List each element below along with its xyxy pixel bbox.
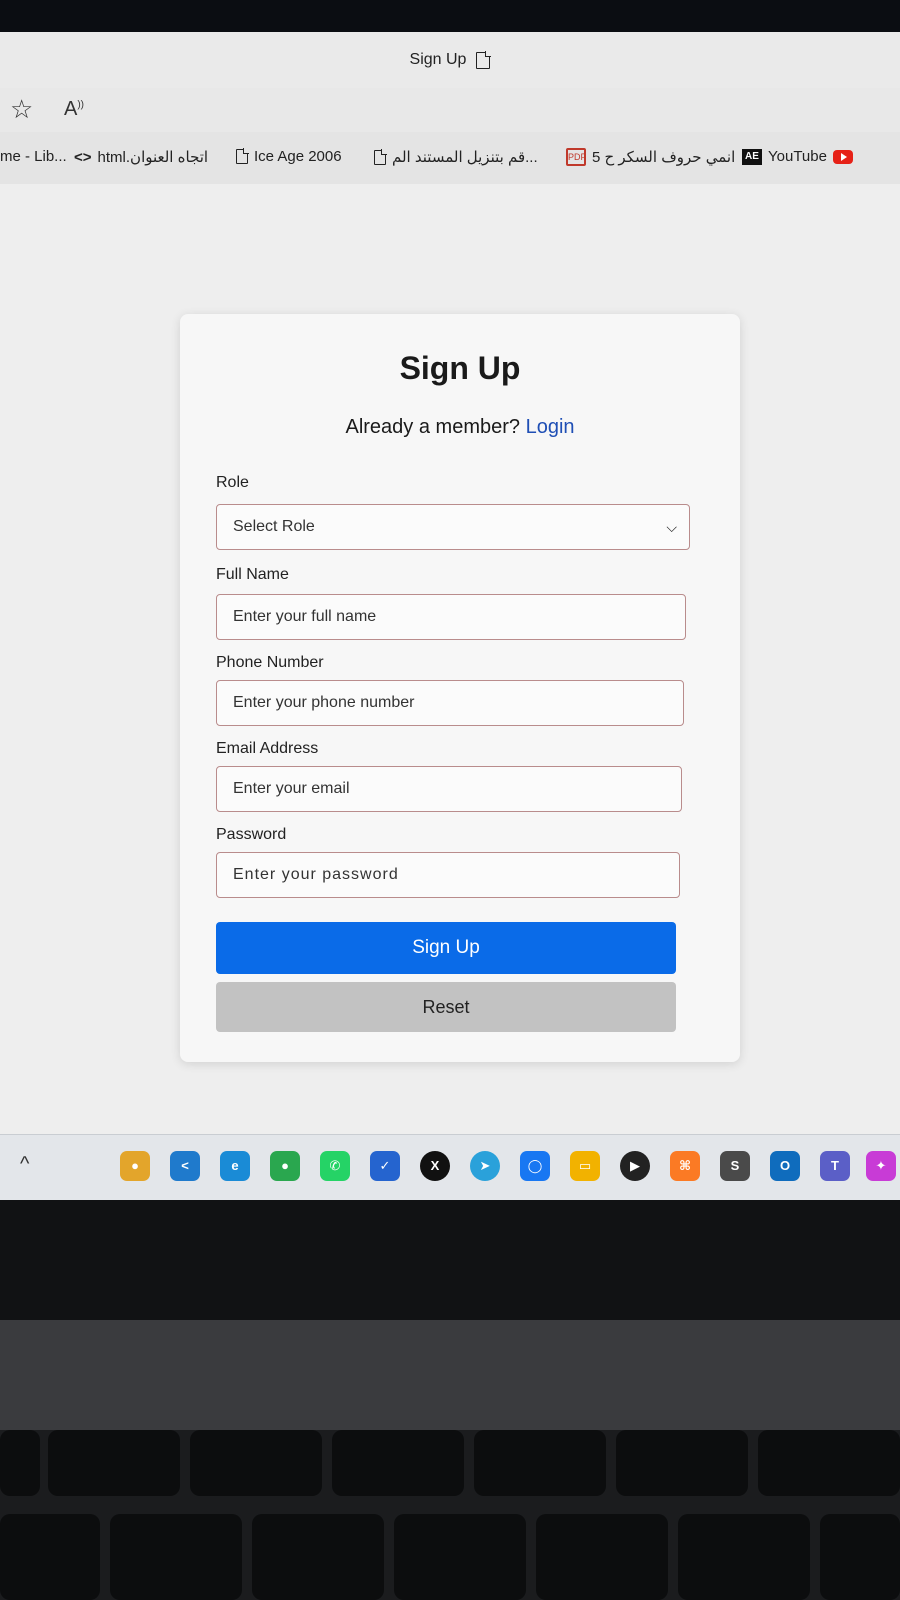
login-link[interactable]: Login bbox=[526, 416, 575, 438]
messenger-icon[interactable]: ◯ bbox=[520, 1151, 550, 1181]
whatsapp-icon[interactable]: ✆ bbox=[320, 1151, 350, 1181]
keyboard-key bbox=[820, 1514, 900, 1600]
fullname-input[interactable]: Enter your full name bbox=[216, 594, 686, 640]
bookmark-item[interactable]: me - Lib... bbox=[0, 148, 67, 165]
fullname-placeholder: Enter your full name bbox=[233, 608, 377, 625]
xampp-icon[interactable]: ⌘ bbox=[670, 1151, 700, 1181]
keyboard-key bbox=[190, 1430, 322, 1496]
bookmark-label: html.اتجاه العنوان bbox=[97, 149, 209, 166]
page-icon bbox=[476, 50, 492, 69]
bookmark-label: قم بتنزيل المستند الم... bbox=[392, 149, 538, 166]
member-text: Already a member? bbox=[345, 416, 521, 438]
code-icon: <> bbox=[74, 148, 92, 166]
keyboard-key bbox=[474, 1430, 606, 1496]
browser-titlebar: Sign Up bbox=[0, 32, 900, 88]
form-title: Sign Up bbox=[399, 350, 521, 386]
signup-button[interactable]: Sign Up bbox=[216, 922, 676, 974]
youtube-icon bbox=[832, 149, 853, 164]
document-icon bbox=[374, 148, 387, 165]
ae-icon: AE bbox=[742, 148, 762, 165]
keyboard-key bbox=[332, 1430, 464, 1496]
bookmark-label: YouTube bbox=[768, 148, 827, 165]
file-explorer-icon[interactable]: ▭ bbox=[570, 1151, 600, 1181]
laptop-bezel-top bbox=[0, 0, 900, 32]
role-select-value: Select Role bbox=[233, 518, 315, 535]
fullname-label: Full Name bbox=[216, 566, 289, 583]
browser-toolbar: ☆ A)) bbox=[0, 88, 900, 132]
taskbar: ^ ● < e ● ✆ ✓ X ➤ ◯ ▭ ▶ ⌘ S O T ✦ bbox=[0, 1134, 900, 1200]
member-prompt: Already a member? Login bbox=[180, 416, 740, 439]
copilot-icon[interactable]: ✦ bbox=[866, 1151, 896, 1181]
keyboard-key bbox=[252, 1514, 384, 1600]
document-icon bbox=[236, 148, 249, 164]
keyboard-key bbox=[394, 1514, 526, 1600]
x-icon[interactable]: X bbox=[420, 1151, 450, 1181]
chevron-up-icon[interactable]: ^ bbox=[20, 1153, 29, 1176]
email-label: Email Address bbox=[216, 740, 319, 757]
signup-card: Sign Up Already a member? Login Role Sel… bbox=[180, 314, 740, 1062]
keyboard-key bbox=[678, 1514, 810, 1600]
keyboard-key bbox=[48, 1430, 180, 1496]
role-select[interactable]: Select Role ⌵ bbox=[216, 504, 690, 550]
keyboard-key bbox=[110, 1514, 242, 1600]
email-input[interactable]: Enter your email bbox=[216, 766, 682, 812]
keyboard-key bbox=[0, 1514, 100, 1600]
email-placeholder: Enter your email bbox=[233, 780, 350, 797]
password-placeholder: Enter your password bbox=[233, 866, 399, 883]
bookmark-item[interactable]: <> html.اتجاه العنوان bbox=[74, 148, 209, 167]
phone-input[interactable]: Enter your phone number bbox=[216, 680, 684, 726]
chevron-down-icon: ⌵ bbox=[666, 519, 677, 535]
todo-icon[interactable]: ✓ bbox=[370, 1151, 400, 1181]
bookmark-label: انمي حروف السكر ح 5 bbox=[592, 149, 736, 166]
keyboard-key bbox=[0, 1430, 40, 1496]
chrome-icon[interactable]: ● bbox=[270, 1151, 300, 1181]
media-player-icon[interactable]: ▶ bbox=[620, 1151, 650, 1181]
favorite-star-icon[interactable]: ☆ bbox=[10, 94, 33, 125]
keyboard-key bbox=[616, 1430, 748, 1496]
telegram-icon[interactable]: ➤ bbox=[470, 1151, 500, 1181]
bookmark-item[interactable]: قم بتنزيل المستند الم... bbox=[374, 148, 538, 166]
tab-title: Sign Up bbox=[409, 51, 467, 68]
sublime-icon[interactable]: S bbox=[720, 1151, 750, 1181]
bookmark-item[interactable]: PDF انمي حروف السكر ح 5 bbox=[566, 148, 735, 166]
phone-label: Phone Number bbox=[216, 654, 324, 671]
laptop-body bbox=[0, 1320, 900, 1430]
teams-icon[interactable]: T bbox=[820, 1151, 850, 1181]
bookmark-label: me - Lib... bbox=[0, 148, 67, 165]
bookmarks-bar: me - Lib... <> html.اتجاه العنوان Ice Ag… bbox=[0, 132, 900, 185]
edge-icon[interactable]: e bbox=[220, 1151, 250, 1181]
pdf-icon: PDF bbox=[566, 148, 586, 166]
vscode-icon[interactable]: < bbox=[170, 1151, 200, 1181]
role-label: Role bbox=[216, 474, 249, 491]
page-content: Sign Up Already a member? Login Role Sel… bbox=[0, 184, 900, 1156]
bookmark-item[interactable]: Ice Age 2006 bbox=[236, 148, 342, 165]
laptop-bezel-bottom bbox=[0, 1200, 900, 1320]
screen: Sign Up ☆ A)) me - Lib... <> html.اتجاه … bbox=[0, 32, 900, 1200]
reset-button[interactable]: Reset bbox=[216, 982, 676, 1032]
bookmark-item[interactable]: AE YouTube bbox=[742, 148, 853, 165]
chrome-canary-icon[interactable]: ● bbox=[120, 1151, 150, 1181]
keyboard bbox=[0, 1430, 900, 1600]
keyboard-key bbox=[758, 1430, 900, 1496]
read-aloud-icon[interactable]: A)) bbox=[64, 98, 84, 121]
outlook-icon[interactable]: O bbox=[770, 1151, 800, 1181]
bookmark-label: Ice Age 2006 bbox=[254, 148, 342, 165]
phone-placeholder: Enter your phone number bbox=[233, 694, 415, 711]
password-label: Password bbox=[216, 826, 287, 843]
keyboard-key bbox=[536, 1514, 668, 1600]
password-input[interactable]: Enter your password bbox=[216, 852, 680, 898]
